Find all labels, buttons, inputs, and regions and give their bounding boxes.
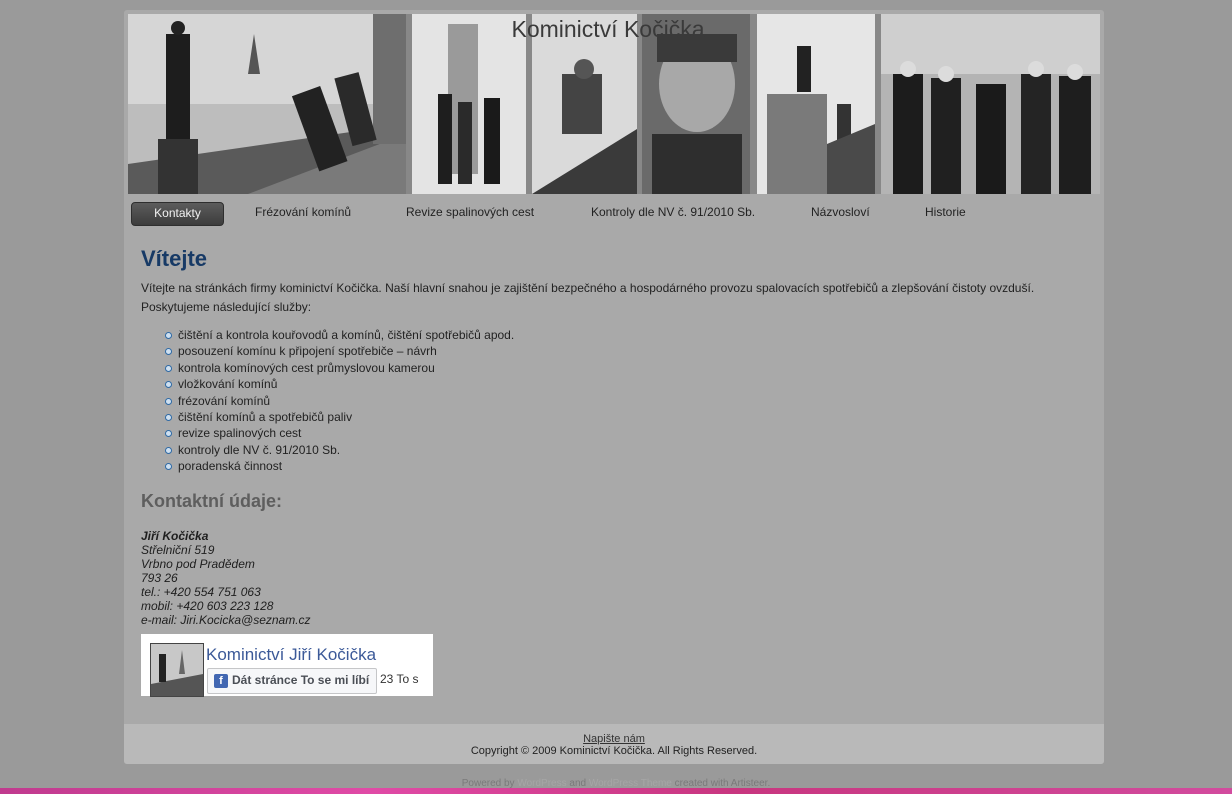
nav-item-historie[interactable]: Historie	[925, 202, 966, 224]
contact-heading: Kontaktní údaje:	[141, 491, 283, 511]
contact-details: Jiří Kočička Střelniční 519 Vrbno pod Pr…	[141, 529, 311, 627]
nav-item-revize[interactable]: Revize spalinových cest	[406, 202, 534, 224]
list-item: kontrola komínových cest průmyslovou kam…	[165, 360, 514, 376]
footer: Napište nám Copyright © 2009 Kominictví …	[124, 724, 1104, 764]
contact-mobile: mobil: +420 603 223 128	[141, 599, 274, 613]
contact-us-link[interactable]: Napište nám	[124, 733, 1104, 745]
main-navigation: Kontakty Frézování komínů Revize spalino…	[131, 202, 1091, 226]
list-item: vložkování komínů	[165, 376, 514, 392]
nav-item-kontroly[interactable]: Kontroly dle NV č. 91/2010 Sb.	[591, 202, 755, 224]
contact-phone: tel.: +420 554 751 063	[141, 585, 261, 599]
copyright-text: Copyright © 2009 Kominictví Kočička. All…	[470, 745, 758, 757]
list-item: frézování komínů	[165, 393, 514, 409]
contact-city: Vrbno pod Pradědem	[141, 557, 255, 571]
services-list: čištění a kontrola kouřovodů a komínů, č…	[165, 327, 514, 475]
facebook-icon: f	[214, 674, 228, 688]
contact-zip: 793 26	[141, 571, 178, 585]
site-title: Kominictví Kočička	[511, 16, 705, 42]
list-item: čištění a kontrola kouřovodů a komínů, č…	[165, 327, 514, 343]
facebook-like-box: Kominictví Jiří Kočička f Dát stránce To…	[141, 634, 433, 697]
intro-text: Vítejte na stránkách firmy kominictví Ko…	[141, 281, 1035, 295]
contact-email: e-mail: Jiri.Kocicka@seznam.cz	[141, 613, 311, 627]
list-item: kontroly dle NV č. 91/2010 Sb.	[165, 442, 514, 458]
facebook-like-button[interactable]: f Dát stránce To se mi líbí	[207, 668, 377, 694]
list-item: revize spalinových cest	[165, 425, 514, 441]
nav-item-frezovani[interactable]: Frézování komínů	[255, 202, 351, 224]
taskbar-strip	[0, 788, 1232, 794]
header-banner: Kominictví Kočička	[128, 14, 1100, 194]
facebook-like-label: Dát stránce To se mi líbí	[232, 673, 370, 687]
page-container: Kominictví Kočička Kontakty Frézování ko…	[124, 10, 1104, 764]
contact-street: Střelniční 519	[141, 543, 215, 557]
list-item: čištění komínů a spotřebičů paliv	[165, 409, 514, 425]
facebook-page-name[interactable]: Kominictví Jiří Kočička	[206, 645, 376, 665]
list-item: posouzení komínu k připojení spotřebiče …	[165, 343, 514, 359]
list-item: poradenská činnost	[165, 458, 514, 474]
page-title: Vítejte	[141, 246, 208, 271]
facebook-page-thumbnail[interactable]	[150, 643, 204, 697]
facebook-like-count: 23 To s	[380, 672, 419, 686]
main-content: Vítejte Vítejte na stránkách firmy komin…	[141, 246, 1081, 627]
nav-item-kontakty[interactable]: Kontakty	[131, 202, 224, 226]
nav-item-nazvoslovi[interactable]: Názvosloví	[811, 202, 870, 224]
services-intro: Poskytujeme následující služby:	[141, 300, 312, 314]
contact-name: Jiří Kočička	[141, 529, 209, 543]
